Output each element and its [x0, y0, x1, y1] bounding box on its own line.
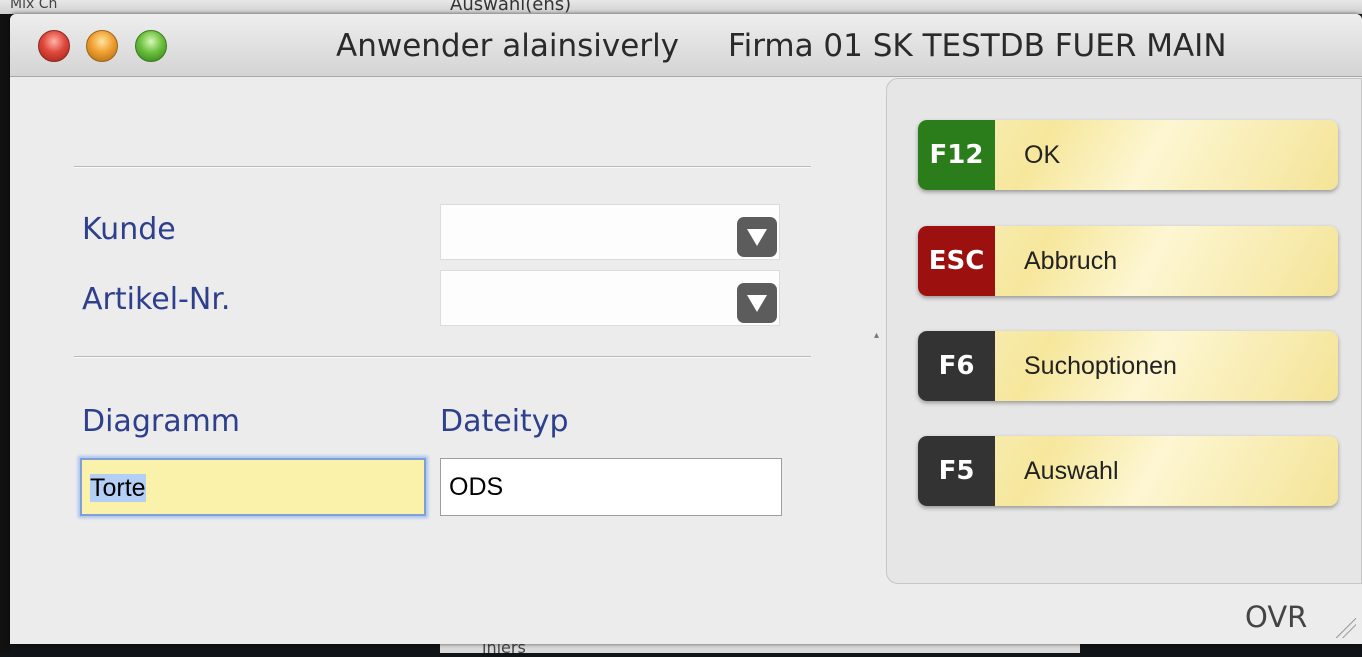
ok-button-label: OK: [1024, 141, 1061, 169]
search-options-button[interactable]: F6 Suchoptionen: [918, 331, 1338, 401]
chevron-down-icon[interactable]: [737, 283, 777, 323]
artikel-nr-combobox[interactable]: [440, 270, 780, 326]
divider: [74, 356, 811, 358]
title-bar[interactable]: Anwender alainsiverly Firma 01 SK TESTDB…: [10, 14, 1362, 77]
chevron-down-icon[interactable]: [737, 217, 777, 257]
background-text: Mix Ch: [10, 0, 58, 12]
f6-key-badge: F6: [918, 331, 995, 401]
resize-grip-icon[interactable]: [1336, 618, 1356, 638]
overwrite-mode-indicator: OVR: [1245, 600, 1308, 634]
kunde-combobox[interactable]: [440, 204, 780, 260]
diagramm-input[interactable]: Torte: [80, 458, 426, 516]
dateityp-value: ODS: [449, 473, 504, 501]
kunde-label: Kunde: [82, 212, 176, 247]
select-button-label: Auswahl: [1024, 457, 1119, 485]
search-options-button-label: Suchoptionen: [1024, 352, 1177, 380]
artikel-nr-label: Artikel-Nr.: [82, 282, 231, 317]
minimize-icon[interactable]: [86, 30, 118, 62]
cancel-button[interactable]: ESC Abbruch: [918, 226, 1338, 296]
diagramm-label: Diagramm: [82, 404, 241, 439]
dateityp-label: Dateityp: [440, 404, 569, 439]
panel-marker: ▴: [874, 330, 880, 341]
cancel-button-label: Abbruch: [1024, 247, 1118, 275]
background-window-top: [0, 0, 1362, 14]
f5-key-badge: F5: [918, 436, 995, 506]
select-button[interactable]: F5 Auswahl: [918, 436, 1338, 506]
ok-button[interactable]: F12 OK: [918, 120, 1338, 190]
esc-key-badge: ESC: [918, 226, 995, 296]
diagramm-value: Torte: [90, 474, 146, 502]
dialog-window: Anwender alainsiverly Firma 01 SK TESTDB…: [10, 14, 1362, 644]
window-title-firm: Firma 01 SK TESTDB FUER MAIN: [728, 28, 1227, 64]
close-icon[interactable]: [38, 30, 70, 62]
window-title-user: Anwender alainsiverly: [336, 28, 680, 64]
zoom-icon[interactable]: [135, 30, 167, 62]
f12-key-badge: F12: [918, 120, 995, 190]
background-text: Auswahl(ens): [450, 0, 572, 15]
divider: [74, 166, 811, 168]
background-strip: [0, 14, 10, 653]
dateityp-input[interactable]: ODS: [440, 458, 782, 516]
